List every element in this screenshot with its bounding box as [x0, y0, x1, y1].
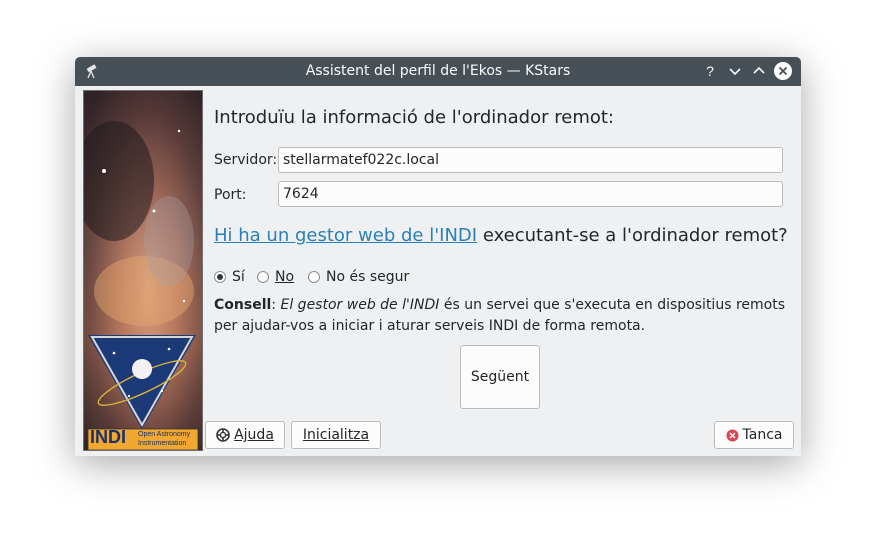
radio-yes[interactable]: Sí — [214, 268, 245, 286]
radio-yes-indicator[interactable] — [214, 271, 226, 283]
radio-not-sure-label: No és segur — [326, 269, 410, 285]
nebula-image — [84, 91, 202, 450]
reset-button-label: Inicialitza — [302, 427, 370, 443]
form-heading: Introduïu la informació de l'ordinador r… — [214, 107, 614, 128]
next-button[interactable]: Següent — [460, 345, 540, 409]
title-bar[interactable]: Assistent del perfil de l'Ekos — KStars … — [75, 57, 801, 86]
help-button[interactable]: Ajuda — [205, 421, 285, 449]
minimize-chevron-icon[interactable] — [726, 62, 744, 80]
radio-not-sure-indicator[interactable] — [308, 271, 320, 283]
help-question-button[interactable]: ? — [701, 62, 719, 80]
lifebuoy-icon — [216, 428, 230, 442]
server-input[interactable]: stellarmatef022c.local — [278, 147, 783, 173]
radio-not-sure[interactable]: No és segur — [308, 268, 409, 286]
close-button-label: Tanca — [742, 427, 783, 443]
close-window-button[interactable] — [774, 62, 792, 80]
tip-text: Consell: El gestor web de l'INDI és un s… — [214, 295, 785, 337]
wizard-window: Assistent del perfil de l'Ekos — KStars … — [75, 57, 801, 456]
radio-no-label: No — [275, 269, 295, 285]
question-rest-text: executant-se a l'ordinador remot? — [477, 225, 788, 246]
radio-no[interactable]: No — [257, 268, 294, 286]
tip-bold: Consell — [214, 297, 272, 313]
indi-side-image: INDI Open Astronomy Instrumentation — [83, 90, 203, 451]
window-title: Assistent del perfil de l'Ekos — KStars — [305, 63, 571, 79]
radio-no-indicator[interactable] — [257, 271, 269, 283]
next-button-label: Següent — [470, 369, 530, 385]
port-input[interactable]: 7624 — [278, 181, 783, 207]
indi-logo-subtext-2: Instrumentation — [138, 440, 187, 447]
cancel-icon — [726, 429, 739, 441]
indi-logo-subtext: Open Astronomy Instrumentation — [138, 430, 190, 448]
close-button[interactable]: Tanca — [714, 421, 794, 449]
maximize-chevron-icon[interactable] — [750, 62, 768, 80]
close-icon — [778, 66, 788, 76]
indi-logo-subtext-1: Open Astronomy — [138, 431, 191, 438]
reset-button[interactable]: Inicialitza — [291, 421, 381, 449]
port-label: Port: — [214, 187, 247, 203]
indi-logo-text: INDI — [90, 427, 126, 447]
tip-italic: El gestor web de l'INDI — [280, 297, 440, 313]
web-manager-question: Hi ha un gestor web de l'INDI executant-… — [214, 225, 788, 246]
server-label: Servidor: — [214, 152, 278, 168]
help-button-label: Ajuda — [234, 427, 274, 443]
indi-web-manager-link[interactable]: Hi ha un gestor web de l'INDI — [214, 225, 477, 246]
radio-yes-label: Sí — [232, 269, 245, 285]
